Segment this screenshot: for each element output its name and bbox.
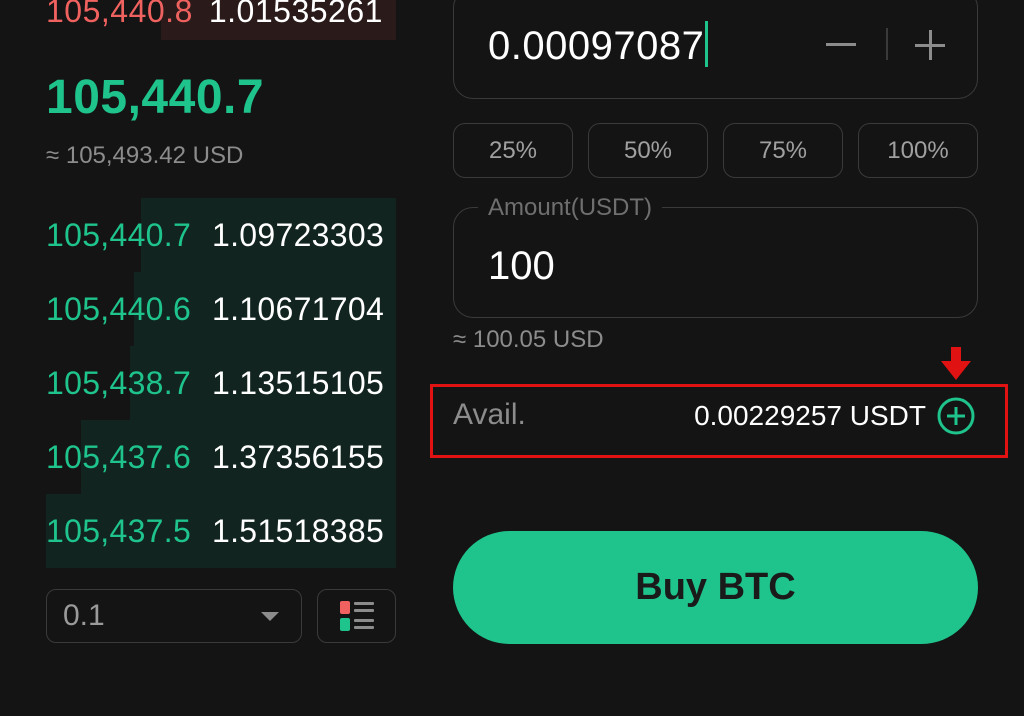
bid-price: 105,440.7	[46, 216, 192, 253]
order-book-layout-icon	[339, 601, 374, 631]
stepper-divider	[886, 28, 888, 60]
amount-value: 100	[488, 244, 555, 288]
bid-row[interactable]: 105,437.6 1.37356155	[46, 420, 396, 494]
percent-100-button[interactable]: 100%	[858, 123, 978, 178]
bid-row[interactable]: 105,438.7 1.13515105	[46, 346, 396, 420]
buy-button[interactable]: Buy BTC	[453, 531, 978, 644]
ask-row[interactable]: 105,440.8 1.01535261	[46, 0, 396, 40]
last-price-usd: ≈ 105,493.42 USD	[46, 142, 244, 169]
bid-price: 105,437.5	[46, 512, 192, 549]
bid-quantity: 1.09723303	[212, 216, 385, 253]
bid-quantity: 1.13515105	[212, 364, 385, 401]
text-cursor	[705, 21, 709, 67]
bid-row[interactable]: 105,440.6 1.10671704	[46, 272, 396, 346]
caret-down-icon	[261, 611, 279, 621]
quantity-value: 0.00097087	[488, 21, 709, 69]
bid-price: 105,440.6	[46, 290, 192, 327]
bid-quantity: 1.51518385	[212, 512, 385, 549]
ask-price: 105,440.8	[46, 0, 193, 29]
bid-quantity: 1.10671704	[212, 290, 385, 327]
bid-price: 105,438.7	[46, 364, 192, 401]
bid-price: 105,437.6	[46, 438, 192, 475]
ask-quantity: 1.01535261	[208, 0, 383, 29]
bid-row[interactable]: 105,440.7 1.09723303	[46, 198, 396, 272]
bid-row[interactable]: 105,437.5 1.51518385	[46, 494, 396, 568]
minus-icon[interactable]	[826, 43, 856, 46]
plus-icon[interactable]	[915, 30, 945, 60]
plus-circle-icon[interactable]	[936, 396, 976, 436]
bid-quantity: 1.37356155	[212, 438, 385, 475]
order-book-layout-button[interactable]	[317, 589, 396, 643]
avail-balance: 0.00229257 USDT	[694, 400, 926, 431]
avail-label: Avail.	[453, 398, 526, 431]
percent-25-button[interactable]: 25%	[453, 123, 573, 178]
amount-usd: ≈ 100.05 USD	[453, 326, 604, 353]
percent-50-button[interactable]: 50%	[588, 123, 708, 178]
quantity-text: 0.00097087	[488, 24, 705, 68]
bid-list: 105,440.7 1.09723303 105,440.6 1.1067170…	[46, 198, 396, 568]
last-price: 105,440.7	[46, 71, 265, 124]
amount-label: Amount(USDT)	[478, 194, 663, 222]
amount-field[interactable]: Amount(USDT) 100	[453, 194, 978, 318]
red-down-arrow-icon	[941, 347, 971, 380]
buy-button-label: Buy BTC	[635, 566, 796, 608]
precision-select[interactable]: 0.1	[46, 589, 302, 643]
precision-value: 0.1	[63, 599, 105, 632]
quantity-field[interactable]: 0.00097087	[453, 0, 978, 99]
percent-75-button[interactable]: 75%	[723, 123, 843, 178]
